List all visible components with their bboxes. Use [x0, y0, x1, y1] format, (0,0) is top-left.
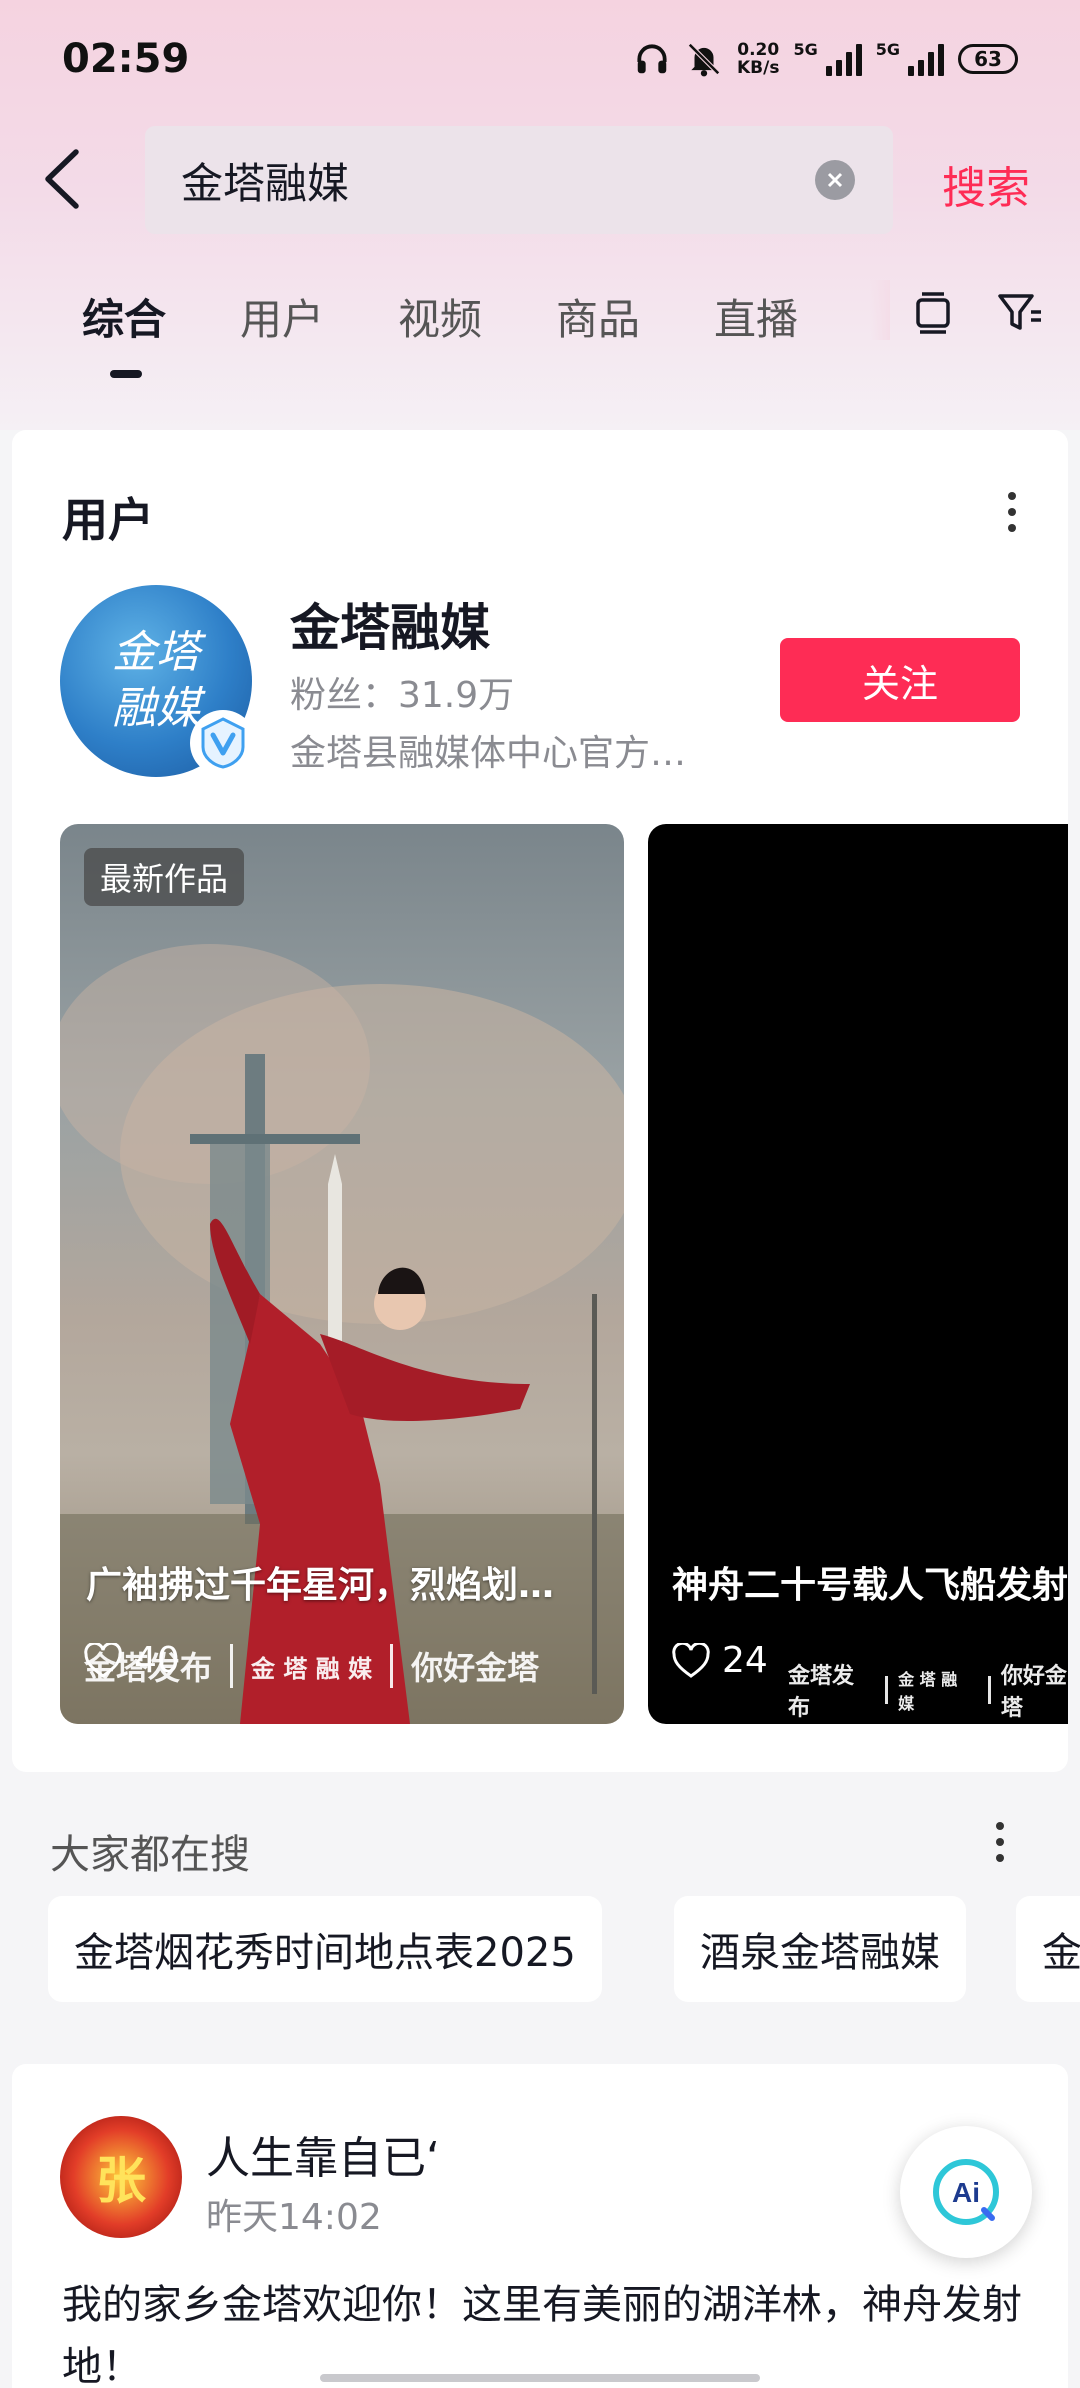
trending-chip[interactable]: 酒泉金塔融媒	[674, 1896, 966, 2002]
heart-icon	[84, 1642, 122, 1678]
avatar[interactable]: 金塔 融媒	[60, 585, 256, 777]
user-name[interactable]: 金塔融媒	[290, 588, 490, 660]
more-options-icon[interactable]	[1008, 492, 1018, 532]
ai-icon: Ai	[933, 2159, 999, 2225]
trending-title: 大家都在搜	[50, 1832, 250, 1878]
net-speed: 0.20 KB/s	[737, 41, 779, 77]
tab-videos[interactable]: 视频	[398, 286, 482, 347]
ai-assistant-button[interactable]: Ai	[900, 2126, 1032, 2258]
result-tabs: 综合 用户 视频 商品 直播	[0, 270, 1080, 380]
net-speed-unit: KB/s	[737, 58, 780, 78]
video-caption: 广袖拂过千年星河，烈焰划…	[86, 1565, 555, 1606]
avatar-logo-line1: 金塔	[112, 627, 200, 678]
more-options-icon[interactable]	[996, 1822, 1006, 1862]
sim2-label: 5G	[875, 40, 900, 59]
post-time: 昨天14:02	[206, 2197, 382, 2238]
tab-comprehensive[interactable]: 综合	[82, 286, 166, 347]
video-likes: 40	[84, 1640, 180, 1681]
avatar[interactable]: 张	[60, 2116, 182, 2238]
latest-work-badge: 最新作品	[84, 848, 245, 906]
active-tab-indicator	[110, 370, 142, 378]
battery-level: 63	[974, 47, 1002, 71]
section-title: 用户	[62, 493, 154, 547]
video-watermark: 金塔发布 金 塔 融 媒 你好金塔	[788, 1660, 1068, 1721]
trending-chip[interactable]: 金	[1016, 1896, 1080, 2002]
avatar-logo-line2: 融媒	[112, 683, 200, 734]
video-likes: 24	[672, 1640, 768, 1681]
post-text: 我的家乡金塔欢迎你！这里有美丽的湖洋林，神舟发射地！	[62, 2282, 1022, 2388]
close-icon	[827, 172, 843, 188]
user-result-card: 用户 金塔 融媒 金塔融媒 粉丝：31.9万 金塔县融媒体中心官方… 关注 最新…	[12, 430, 1068, 1772]
back-button[interactable]	[40, 124, 130, 234]
user-fans: 粉丝：31.9万	[290, 675, 515, 716]
search-button[interactable]: 搜索	[942, 152, 1030, 216]
net-speed-value: 0.20	[737, 40, 780, 60]
watermark-divider	[885, 1676, 889, 1704]
search-input[interactable]: 金塔融媒	[145, 126, 893, 234]
signal-icon	[825, 42, 862, 76]
like-count: 40	[134, 1640, 180, 1681]
battery-icon: 63	[958, 44, 1018, 74]
watermark-divider	[390, 1644, 394, 1688]
tab-products[interactable]: 商品	[556, 286, 640, 347]
sim1-label: 5G	[793, 40, 818, 59]
watermark-text: 你好金塔	[1000, 1664, 1067, 1721]
tab-live[interactable]: 直播	[714, 286, 798, 347]
watermark-divider	[987, 1676, 991, 1704]
signal-icon	[908, 42, 944, 76]
search-header: 金塔融媒 搜索	[0, 124, 1080, 234]
user-description: 金塔县融媒体中心官方…	[290, 733, 687, 774]
trending-chip[interactable]: 金塔烟花秀时间地点表2025	[48, 1896, 602, 2002]
chevron-left-icon	[45, 149, 79, 209]
watermark-text: 金 塔 融 媒	[898, 1670, 958, 1713]
search-query: 金塔融媒	[181, 158, 350, 208]
watermark-text: 你好金塔	[411, 1649, 540, 1687]
status-bar: 02:59 0.20 KB/s 5G 5G 63	[0, 0, 1080, 118]
home-indicator	[320, 2374, 760, 2382]
post-author[interactable]: 人生靠自已‘	[206, 2122, 440, 2186]
avatar-text: 张	[96, 2151, 146, 2210]
like-count: 24	[722, 1640, 768, 1681]
watermark-divider	[230, 1644, 234, 1688]
bell-muted-icon	[688, 43, 720, 77]
video-caption: 神舟二十号载人飞船发射	[672, 1565, 1068, 1606]
watermark-text: 金塔发布	[788, 1664, 855, 1721]
video-thumbnail[interactable]: 最新作品 广袖拂过千年星河，烈焰划… 金塔发布 金 塔 融 媒 你好金塔 40	[60, 824, 624, 1724]
tab-fade	[870, 280, 890, 340]
status-time: 02:59	[62, 36, 190, 82]
watermark-text: 金 塔 融 媒	[251, 1654, 373, 1683]
verified-badge	[190, 710, 256, 776]
headphones-icon	[637, 44, 667, 74]
clear-search-button[interactable]	[815, 160, 855, 200]
tab-list-icon[interactable]	[908, 288, 958, 338]
tab-users[interactable]: 用户	[240, 286, 324, 347]
filter-icon[interactable]	[995, 288, 1045, 338]
verified-icon	[201, 717, 245, 769]
video-thumbnail[interactable]: 神舟二十号载人飞船发射 24 金塔发布 金 塔 融 媒 你好金塔	[648, 824, 1068, 1724]
heart-icon	[672, 1642, 710, 1678]
status-icons: 0.20 KB/s 5G 5G 63	[633, 40, 1018, 78]
follow-button[interactable]: 关注	[780, 638, 1020, 722]
ai-label: Ai	[952, 2177, 980, 2208]
